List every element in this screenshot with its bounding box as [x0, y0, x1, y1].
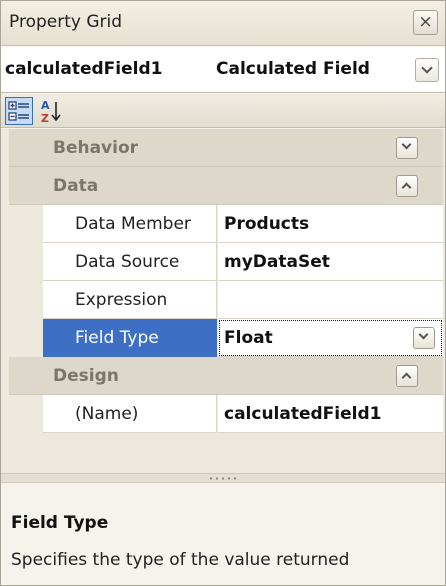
property-row-field-type[interactable]: Field Type Float [9, 319, 443, 357]
property-row-name[interactable]: (Name) calculatedField1 [9, 395, 443, 433]
category-label: Data [53, 176, 99, 196]
description-panel: Field Type Specifies the type of the val… [1, 484, 445, 585]
selected-object-name: calculatedField1 [5, 59, 163, 79]
expand-button[interactable] [396, 137, 418, 159]
close-button[interactable]: × [413, 10, 438, 35]
property-value[interactable]: myDataSet [218, 243, 443, 281]
alphabetical-sort-letter-z: Z [41, 112, 49, 125]
alphabetical-sort-letter-a: A [41, 99, 50, 112]
chevron-down-icon [401, 139, 412, 150]
description-title: Field Type [11, 513, 109, 533]
collapse-button[interactable] [396, 365, 418, 387]
object-selector[interactable]: calculatedField1 Calculated Field [1, 47, 445, 93]
property-grid: Behavior Data Data Member Products Data … [1, 129, 445, 473]
close-icon: × [418, 12, 433, 32]
property-row-data-source[interactable]: Data Source myDataSet [9, 243, 443, 281]
title-bar: Property Grid × [1, 1, 445, 46]
splitter-grip-icon [208, 477, 236, 480]
category-data[interactable]: Data [9, 167, 443, 205]
object-selector-dropdown-button[interactable] [415, 58, 439, 82]
chevron-up-icon [401, 182, 412, 193]
collapse-button[interactable] [396, 175, 418, 197]
categorized-view-icon [8, 101, 29, 121]
property-value[interactable] [218, 281, 443, 319]
categorized-view-button[interactable] [5, 97, 33, 125]
property-name: Data Member [43, 205, 217, 243]
chevron-down-icon [418, 329, 429, 340]
category-design[interactable]: Design [9, 357, 443, 395]
alphabetical-sort-icon: A Z [41, 99, 61, 125]
property-name: Field Type [43, 319, 217, 357]
property-name: (Name) [43, 395, 217, 433]
chevron-up-icon [401, 372, 412, 383]
value-dropdown-button[interactable] [413, 327, 435, 349]
property-row-data-member[interactable]: Data Member Products [9, 205, 443, 243]
selected-object-type: Calculated Field [216, 59, 370, 79]
property-value: Float [224, 328, 273, 348]
property-value[interactable]: calculatedField1 [218, 395, 443, 433]
category-label: Design [53, 366, 119, 386]
property-value-editor[interactable]: Float [218, 319, 443, 357]
category-label: Behavior [53, 138, 139, 158]
description-splitter[interactable] [1, 473, 445, 483]
property-grid-panel: Property Grid × calculatedField1 Calcula… [0, 0, 446, 586]
category-behavior[interactable]: Behavior [9, 129, 443, 167]
chevron-down-icon [421, 62, 433, 74]
toolbar: A Z [1, 94, 445, 128]
property-name: Data Source [43, 243, 217, 281]
alphabetical-sort-button[interactable]: A Z [39, 97, 67, 125]
property-row-expression[interactable]: Expression [9, 281, 443, 319]
window-title: Property Grid [9, 12, 123, 32]
property-value[interactable]: Products [218, 205, 443, 243]
property-name: Expression [43, 281, 217, 319]
description-text: Specifies the type of the value returned [11, 550, 350, 570]
